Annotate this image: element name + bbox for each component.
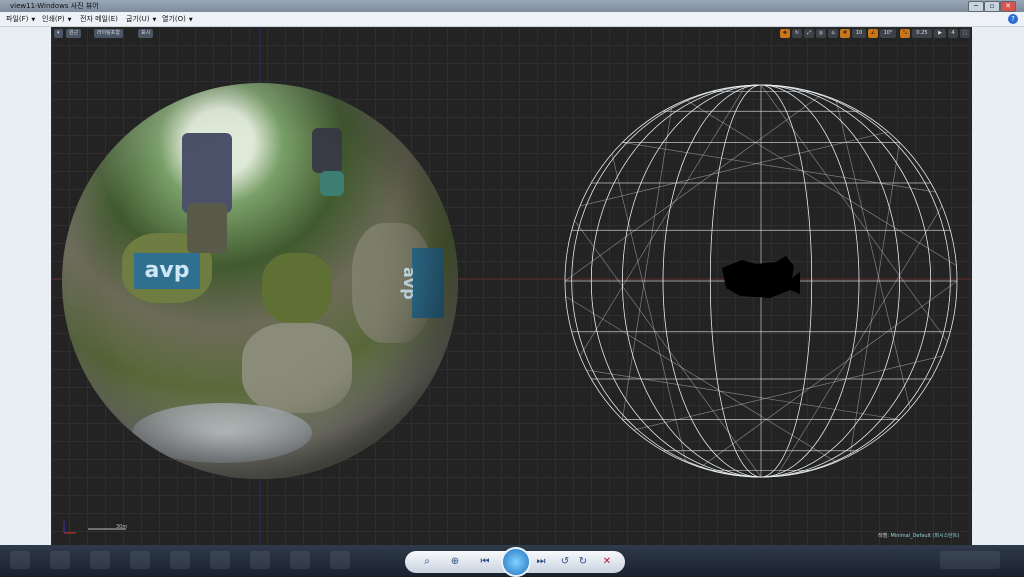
textured-photo-sphere[interactable]: avp avp — [62, 83, 458, 479]
menu-burn[interactable]: 굽기(U) ▼ — [126, 12, 156, 27]
wireframe-sphere[interactable] — [560, 80, 962, 482]
world-local-icon[interactable]: ◎ — [816, 29, 826, 38]
rotate-tool-icon[interactable]: ↻ — [792, 29, 802, 38]
rotate-ccw-icon[interactable]: ↺ — [557, 554, 573, 570]
camera-speed-value[interactable]: 4 — [948, 29, 958, 38]
chevron-down-icon: ▼ — [67, 17, 72, 23]
scale-label: 30m — [116, 524, 128, 530]
menu-email[interactable]: 전자 메일(E) — [80, 12, 118, 26]
rotation-snap-icon[interactable]: ∠ — [868, 29, 878, 38]
taskbar-item[interactable] — [210, 551, 230, 569]
level-label: 레벨: — [878, 533, 889, 539]
rotation-snap-value[interactable]: 10° — [880, 29, 896, 38]
camera-speed-icon[interactable]: ▶ — [934, 29, 946, 38]
taskbar-item[interactable] — [330, 551, 350, 569]
taskbar-item[interactable] — [50, 551, 70, 569]
menu-print[interactable]: 인쇄(P) ▼ — [42, 12, 71, 27]
sphere-shading — [62, 83, 458, 479]
taskbar-item[interactable] — [290, 551, 310, 569]
scale-tool-icon[interactable]: ⤢ — [804, 29, 814, 38]
taskbar-item[interactable] — [170, 551, 190, 569]
chevron-down-icon: ▼ — [152, 17, 157, 23]
zoom-icon[interactable]: ⌕ — [419, 554, 435, 570]
right-margin — [972, 27, 1024, 545]
show-button[interactable]: 표시 — [138, 29, 154, 38]
minimize-button[interactable]: ─ — [968, 1, 984, 12]
maximize-button[interactable]: ▫ — [984, 1, 1000, 12]
close-button[interactable]: ✕ — [1000, 1, 1016, 12]
rotate-cw-icon[interactable]: ↻ — [575, 554, 591, 570]
taskbar-item[interactable] — [940, 551, 1000, 569]
slideshow-icon[interactable] — [501, 547, 531, 577]
lit-mode-button[interactable]: 라이팅포함 — [94, 29, 124, 38]
next-icon[interactable]: ⏭ — [533, 554, 549, 570]
menu-file[interactable]: 파일(F) ▼ — [6, 12, 35, 27]
perspective-button[interactable]: 원근 — [66, 29, 82, 38]
window-title: view11-Windows 사진 뷰어 — [10, 2, 99, 10]
photo-viewer-controls: ⌕ ⊕ ⏮ ⏭ ↺ ↻ ✕ — [405, 547, 625, 577]
axis-gizmo — [63, 521, 126, 534]
delete-icon[interactable]: ✕ — [599, 554, 615, 570]
menu-bar: 파일(F) ▼ 인쇄(P) ▼ 전자 메일(E) 굽기(U) ▼ 열기(O) ▼ ? — [0, 12, 1024, 27]
grid-snap-icon[interactable]: # — [840, 29, 850, 38]
level-value: Minimal_Default (퍼시스턴트) — [890, 533, 960, 539]
chevron-down-icon: ▼ — [188, 17, 193, 23]
scale-snap-value[interactable]: 0.25 — [912, 29, 932, 38]
level-status: 레벨: Minimal_Default (퍼시스턴트) — [878, 532, 959, 539]
fit-icon[interactable]: ⊕ — [447, 554, 463, 570]
help-icon[interactable]: ? — [1008, 14, 1018, 24]
previous-icon[interactable]: ⏮ — [477, 554, 493, 570]
viewport-menu-button[interactable]: ▾ — [54, 29, 63, 38]
grid-size-value[interactable]: 10 — [852, 29, 866, 38]
left-margin — [0, 27, 51, 545]
chevron-down-icon: ▼ — [31, 17, 36, 23]
scale-snap-icon[interactable]: ⤡ — [900, 29, 910, 38]
surface-snap-icon[interactable]: ⌂ — [828, 29, 838, 38]
taskbar-item[interactable] — [10, 551, 30, 569]
taskbar-item[interactable] — [130, 551, 150, 569]
taskbar-item[interactable] — [90, 551, 110, 569]
maximize-viewport-icon[interactable]: ⬚ — [960, 29, 970, 38]
menu-open[interactable]: 열기(O) ▼ — [162, 12, 193, 27]
move-tool-icon[interactable]: ✥ — [780, 29, 790, 38]
taskbar-item[interactable] — [250, 551, 270, 569]
window-title-bar: view11-Windows 사진 뷰어 ─ ▫ ✕ — [0, 0, 1024, 12]
